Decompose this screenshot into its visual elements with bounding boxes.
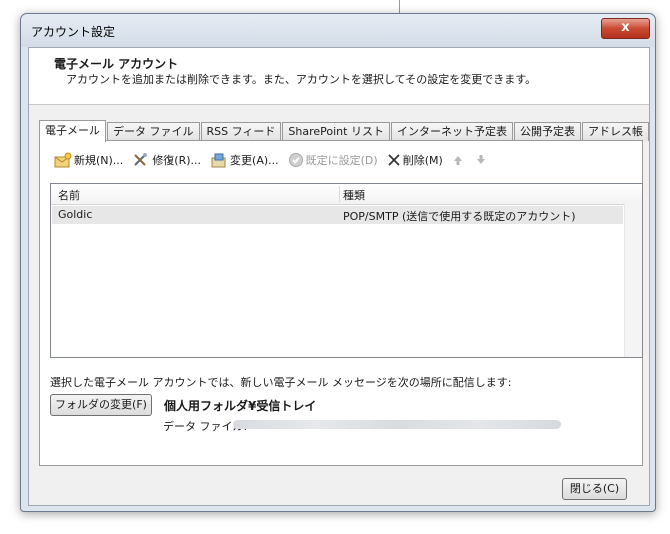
dialog-client-area: 電子メール アカウント アカウントを追加または削除できます。また、アカウントを選… (28, 47, 650, 506)
delete-account-button[interactable]: 削除(M) (387, 152, 443, 168)
tab-published-calendars[interactable]: 公開予定表 (513, 122, 581, 141)
account-type: POP/SMTP (送信で使用する既定のアカウント) (343, 210, 576, 223)
delivery-description: 選択した電子メール アカウントでは、新しい電子メール メッセージを次の場所に配信… (50, 376, 512, 389)
close-dialog-button[interactable]: 閉じる(C) (562, 478, 627, 500)
header-title: 電子メール アカウント (54, 57, 179, 71)
tab-internet-calendars[interactable]: インターネット予定表 (390, 122, 513, 141)
tab-email[interactable]: 電子メール (39, 120, 106, 142)
tab-rss-feeds[interactable]: RSS フィード (200, 122, 282, 141)
window-title: アカウント設定 (31, 25, 116, 39)
tab-address-books[interactable]: アドレス帳 (581, 122, 649, 141)
change-account-button[interactable]: 変更(A)... (210, 152, 279, 168)
data-file-path-redacted (233, 420, 561, 429)
arrow-up-icon (453, 156, 462, 165)
checkmark-circle-icon (288, 153, 303, 167)
column-separator[interactable] (339, 186, 340, 202)
repair-account-label: 修復(R)... (152, 154, 202, 167)
account-toolbar: 新規(N)... 修復(R)... 変更(A)... 既定に設定(D) 削除(M… (54, 151, 498, 169)
account-row[interactable]: Goldic POP/SMTP (送信で使用する既定のアカウント) (52, 206, 623, 224)
set-default-button[interactable]: 既定に設定(D) (288, 152, 378, 168)
delivery-folder-path: 個人用フォルダ¥受信トレイ (164, 399, 317, 413)
new-account-button[interactable]: 新規(N)... (54, 152, 123, 168)
dialog-header: 電子メール アカウント アカウントを追加または削除できます。また、アカウントを選… (29, 48, 649, 105)
change-settings-icon (211, 153, 226, 168)
repair-tools-icon (134, 153, 148, 166)
delete-account-label: 削除(M) (402, 154, 443, 167)
new-mail-icon (54, 152, 72, 168)
column-header-name[interactable]: 名前 (58, 187, 80, 203)
list-header: 名前 種類 (51, 184, 642, 205)
account-settings-window: アカウント設定 x 電子メール アカウント アカウントを追加または削除できます。… (20, 13, 656, 512)
list-scrollbar[interactable] (624, 204, 642, 357)
move-up-button[interactable] (452, 154, 466, 166)
tab-strip: 電子メール データ ファイル RSS フィード SharePoint リスト イ… (39, 119, 650, 142)
title-bar[interactable]: アカウント設定 x (21, 14, 655, 47)
new-account-label: 新規(N)... (74, 154, 124, 167)
background-divider-line (399, 0, 400, 14)
change-folder-button[interactable]: フォルダの変更(F) (50, 394, 152, 416)
move-down-button[interactable] (475, 154, 489, 166)
column-header-type[interactable]: 種類 (343, 187, 365, 203)
delete-x-icon (388, 154, 400, 166)
account-list[interactable]: 名前 種類 Goldic POP/SMTP (送信で使用する既定のアカウント) (50, 183, 643, 358)
window-close-button[interactable]: x (601, 18, 650, 39)
account-name: Goldic (58, 208, 93, 221)
tab-data-files[interactable]: データ ファイル (107, 122, 200, 141)
arrow-down-icon (476, 155, 485, 164)
close-icon: x (621, 20, 630, 35)
email-tab-panel: 新規(N)... 修復(R)... 変更(A)... 既定に設定(D) 削除(M… (39, 140, 643, 466)
change-account-label: 変更(A)... (230, 154, 279, 167)
repair-account-button[interactable]: 修復(R)... (132, 152, 201, 168)
tab-sharepoint-lists[interactable]: SharePoint リスト (282, 122, 390, 141)
set-default-label: 既定に設定(D) (305, 154, 378, 167)
header-description: アカウントを追加または削除できます。また、アカウントを選択してその設定を変更でき… (66, 73, 537, 86)
